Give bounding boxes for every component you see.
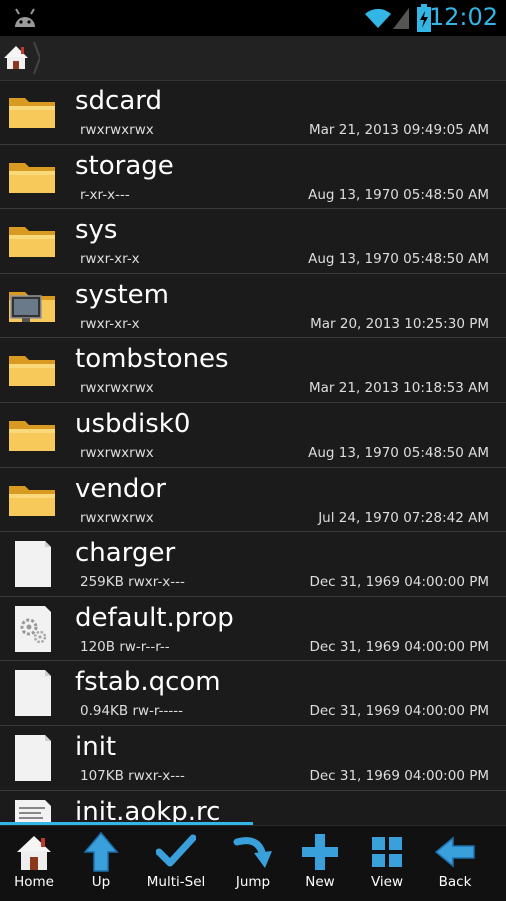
folder-icon <box>9 227 55 258</box>
file-date: Dec 31, 1969 04:00:00 PM <box>309 574 489 591</box>
file-row[interactable]: init 107KB rwxr-x--- Dec 31, 1969 04:00:00… <box>0 726 506 791</box>
file-name: sdcard <box>75 86 163 116</box>
file-date: Dec 31, 1969 04:00:00 PM <box>309 703 489 720</box>
checkmark-icon <box>156 834 196 867</box>
plus-icon <box>302 834 338 870</box>
file-date: Jul 24, 1970 07:28:42 AM <box>318 509 489 526</box>
file-name: tombstones <box>75 344 229 375</box>
file-meta: rwxr-xr-x <box>80 251 140 268</box>
file-name: init <box>75 731 117 762</box>
file-meta: r-xr-x--- <box>80 186 130 203</box>
back-arrow-icon <box>435 836 475 868</box>
file-date: Aug 13, 1970 05:48:50 AM <box>308 444 489 461</box>
file-name: fstab.qcom <box>75 667 221 698</box>
back-button[interactable]: Back <box>421 826 489 901</box>
file-name: sys <box>75 215 118 246</box>
file-row[interactable]: usbdisk0 rwxrwxrwx Aug 13, 1970 05:48:50 A… <box>0 403 506 468</box>
file-list: sdcard rwxrwxrwx Mar 21, 2013 09:49:05 AM s… <box>0 80 506 824</box>
up-arrow-icon <box>83 832 119 872</box>
file-name: usbdisk0 <box>75 408 191 439</box>
file-meta: rwxrwxrwx <box>80 444 154 461</box>
file-date: Mar 20, 2013 10:25:30 PM <box>310 315 489 332</box>
file-row[interactable]: fstab.qcom 0.94KB rw-r----- Dec 31, 1969 0… <box>0 661 506 726</box>
folder-icon <box>9 98 55 128</box>
toolbar-label: Back <box>438 874 472 890</box>
wifi-icon <box>365 8 391 28</box>
file-date: Aug 13, 1970 05:48:50 AM <box>308 186 489 203</box>
file-icon <box>15 541 51 588</box>
file-date: Mar 21, 2013 10:18:53 AM <box>309 380 489 397</box>
folder-icon <box>9 420 55 451</box>
file-name: vendor <box>75 473 166 504</box>
settings-file-icon <box>15 605 51 652</box>
android-icon <box>15 8 35 27</box>
grid-view-icon <box>372 837 402 867</box>
up-button[interactable]: Up <box>67 826 135 901</box>
file-row[interactable]: storage r-xr-x--- Aug 13, 1970 05:48:50 AM <box>0 145 506 210</box>
file-date: Mar 21, 2013 09:49:05 AM <box>309 122 489 138</box>
signal-icon <box>393 8 409 29</box>
file-meta: rwxrwxrwx <box>80 509 154 526</box>
file-row[interactable]: vendor rwxrwxrwx Jul 24, 1970 07:28:42 AM <box>0 468 506 533</box>
file-name: init.aokp.rc <box>75 796 221 824</box>
file-meta: 0.94KB rw-r----- <box>80 703 183 720</box>
file-meta: rwxr-xr-x <box>80 315 140 332</box>
file-row[interactable]: sdcard rwxrwxrwx Mar 21, 2013 09:49:05 AM <box>0 80 506 145</box>
text-file-icon <box>15 799 51 824</box>
file-date: Dec 31, 1969 04:00:00 PM <box>309 638 489 655</box>
file-date: Aug 13, 1970 05:48:50 AM <box>308 251 489 268</box>
file-name: default.prop <box>75 602 234 633</box>
file-icon <box>15 734 51 781</box>
multi-sel-button[interactable]: Multi-Sel <box>142 826 210 901</box>
path-bar <box>0 36 506 81</box>
file-row[interactable]: init.aokp.rc <box>0 791 506 824</box>
file-row[interactable]: system rwxr-xr-x Mar 20, 2013 10:25:30 PM <box>0 274 506 339</box>
file-icon <box>15 670 51 717</box>
folder-icon <box>9 356 55 387</box>
file-row[interactable]: default.prop 120B rw-r--r-- Dec 31, 1969 0… <box>0 597 506 662</box>
home-icon <box>17 836 51 870</box>
file-meta: rwxrwxrwx <box>80 380 154 397</box>
system-folder-icon <box>9 291 55 322</box>
file-name: charger <box>75 538 176 569</box>
file-name: storage <box>75 150 174 181</box>
file-row[interactable]: tombstones rwxrwxrwx Mar 21, 2013 10:18:53… <box>0 338 506 403</box>
status-time: 12:02 <box>428 3 498 31</box>
file-row[interactable]: charger 259KB rwxr-x--- Dec 31, 1969 04:00… <box>0 532 506 597</box>
home-icon[interactable] <box>0 36 40 80</box>
toolbar-label: Multi-Sel <box>146 874 206 890</box>
folder-icon <box>9 162 55 193</box>
file-name: system <box>75 279 169 310</box>
file-row[interactable]: sys rwxr-xr-x Aug 13, 1970 05:48:50 AM <box>0 209 506 274</box>
folder-icon <box>9 485 55 516</box>
jump-arrow-icon <box>233 837 272 868</box>
file-date: Dec 31, 1969 04:00:00 PM <box>309 767 489 784</box>
file-meta: 259KB rwxr-x--- <box>80 574 185 591</box>
file-meta: 107KB rwxr-x--- <box>80 767 185 784</box>
file-meta: 120B rw-r--r-- <box>80 638 170 655</box>
bottom-toolbar: Home Up Multi-Sel Jump New View Back <box>0 825 506 901</box>
file-meta: rwxrwxrwx <box>80 122 154 138</box>
status-bar: 12:02 <box>0 0 506 36</box>
